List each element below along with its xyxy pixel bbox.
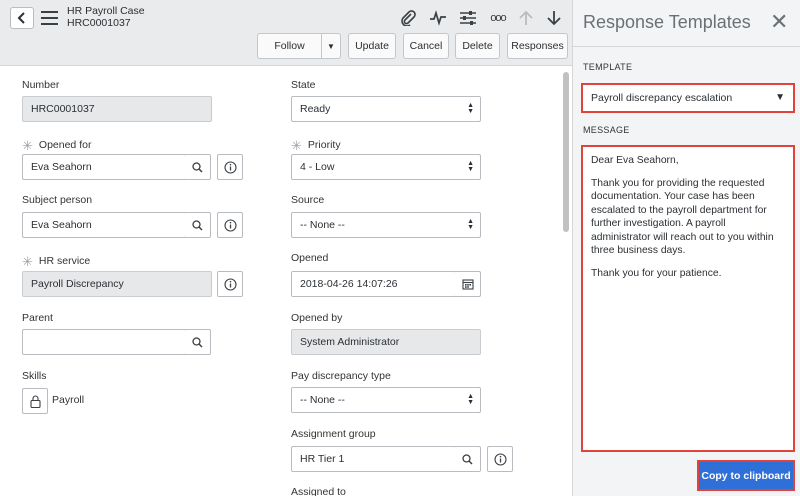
search-icon <box>192 161 203 173</box>
opened-for-input[interactable]: Eva Seahorn <box>22 154 186 180</box>
assignment-group-info-button[interactable] <box>487 446 513 472</box>
settings-sliders-icon[interactable] <box>458 8 478 28</box>
state-label: State <box>291 79 316 91</box>
more-icon[interactable]: ooo <box>488 8 508 28</box>
form-scrollbar[interactable] <box>563 72 569 232</box>
subject-person-lookup-button[interactable] <box>185 212 211 238</box>
skills-label: Skills <box>22 370 47 382</box>
opened-label: Opened <box>291 252 329 264</box>
number-field: HRC0001037 <box>22 96 212 122</box>
caret-down-icon: ▼ <box>327 41 335 51</box>
select-arrows-icon: ▲ ▼ <box>467 393 474 406</box>
opened-for-info-button[interactable] <box>217 154 243 180</box>
assignment-group-input[interactable]: HR Tier 1 <box>291 446 456 472</box>
opened-calendar-button[interactable] <box>455 271 481 297</box>
panel-divider <box>573 46 800 47</box>
template-select-value: Payroll discrepancy escalation <box>591 92 733 104</box>
panel-title: Response Templates <box>583 12 751 32</box>
parent-input[interactable] <box>22 329 186 355</box>
lock-icon <box>29 394 41 408</box>
attachment-icon[interactable] <box>398 8 418 28</box>
back-button[interactable] <box>10 7 34 29</box>
pay-discrepancy-type-label: Pay discrepancy type <box>291 370 391 382</box>
search-icon <box>192 336 203 348</box>
opened-by-label: Opened by <box>291 312 343 324</box>
record-title: HR Payroll Case HRC0001037 <box>67 5 145 29</box>
skills-lock-button[interactable] <box>22 388 48 414</box>
template-label: TEMPLATE <box>583 62 633 72</box>
pay-discrepancy-type-select[interactable]: -- None -- ▲ ▼ <box>291 387 481 413</box>
subject-person-info-button[interactable] <box>217 212 243 238</box>
arrow-up-icon[interactable] <box>516 8 536 28</box>
back-icon <box>17 12 25 24</box>
message-label: MESSAGE <box>583 125 630 135</box>
copy-to-clipboard-button[interactable]: Copy to clipboard <box>697 460 795 491</box>
state-select[interactable]: Ready ▲ ▼ <box>291 96 481 122</box>
message-closing: Thank you for your patience. <box>591 267 722 279</box>
priority-select[interactable]: 4 - Low ▲ ▼ <box>291 154 481 180</box>
template-select[interactable]: Payroll discrepancy escalation ▼ <box>581 83 795 113</box>
number-label: Number <box>22 79 60 91</box>
response-templates-panel: Response Templates ✕ TEMPLATE Payroll di… <box>572 0 800 496</box>
record-type-title: HR Payroll Case <box>67 5 145 17</box>
responses-button[interactable]: Responses <box>507 33 568 59</box>
caret-down-icon: ▼ <box>775 92 785 103</box>
opened-for-lookup-button[interactable] <box>185 154 211 180</box>
source-label: Source <box>291 194 325 206</box>
search-icon <box>192 219 203 231</box>
assignment-group-label: Assignment group <box>291 428 376 440</box>
source-select[interactable]: -- None -- ▲ ▼ <box>291 212 481 238</box>
follow-button[interactable]: Follow <box>257 33 322 59</box>
info-icon <box>223 160 237 174</box>
opened-input[interactable]: 2018-04-26 14:07:26 <box>291 271 456 297</box>
close-icon[interactable]: ✕ <box>770 11 788 33</box>
activity-icon[interactable] <box>428 8 448 28</box>
info-icon <box>493 452 507 466</box>
message-greeting: Dear Eva Seahorn, <box>591 155 679 166</box>
assignment-group-lookup-button[interactable] <box>455 446 481 472</box>
priority-label: ✳ Priority <box>291 138 341 153</box>
case-form: Number HRC0001037 ✳ Opened for Eva Seahor… <box>0 66 572 496</box>
message-textarea[interactable]: Dear Eva Seahorn, Thank you for providin… <box>581 145 795 452</box>
opened-for-label: ✳ Opened for <box>22 138 92 153</box>
cancel-button[interactable]: Cancel <box>403 33 449 59</box>
select-arrows-icon: ▲ ▼ <box>467 102 474 115</box>
select-arrows-icon: ▲ ▼ <box>467 160 474 173</box>
delete-button[interactable]: Delete <box>455 33 500 59</box>
required-asterisk-icon: ✳ <box>291 138 302 153</box>
required-asterisk-icon: ✳ <box>22 254 33 269</box>
hr-service-info-button[interactable] <box>217 271 243 297</box>
info-icon <box>223 277 237 291</box>
required-asterisk-icon: ✳ <box>22 138 33 153</box>
subject-person-label: Subject person <box>22 194 93 206</box>
update-button[interactable]: Update <box>348 33 396 59</box>
opened-by-field: System Administrator <box>291 329 481 355</box>
record-header: HR Payroll Case HRC0001037 ooo Follow ▼ … <box>0 0 572 66</box>
hr-service-field: Payroll Discrepancy <box>22 271 212 297</box>
parent-label: Parent <box>22 312 53 324</box>
hr-service-label: ✳ HR service <box>22 254 91 269</box>
arrow-down-icon[interactable] <box>544 8 564 28</box>
skills-value: Payroll <box>52 394 85 406</box>
info-icon <box>223 218 237 232</box>
message-body: Thank you for providing the requested do… <box>591 177 774 257</box>
search-icon <box>462 453 473 465</box>
calendar-icon <box>461 279 474 290</box>
menu-icon[interactable] <box>41 11 58 25</box>
subject-person-input[interactable]: Eva Seahorn <box>22 212 186 238</box>
record-number: HRC0001037 <box>67 17 131 29</box>
select-arrows-icon: ▲ ▼ <box>467 218 474 231</box>
follow-dropdown-button[interactable]: ▼ <box>321 33 341 59</box>
parent-lookup-button[interactable] <box>185 329 211 355</box>
assigned-to-label: Assigned to <box>291 486 346 496</box>
